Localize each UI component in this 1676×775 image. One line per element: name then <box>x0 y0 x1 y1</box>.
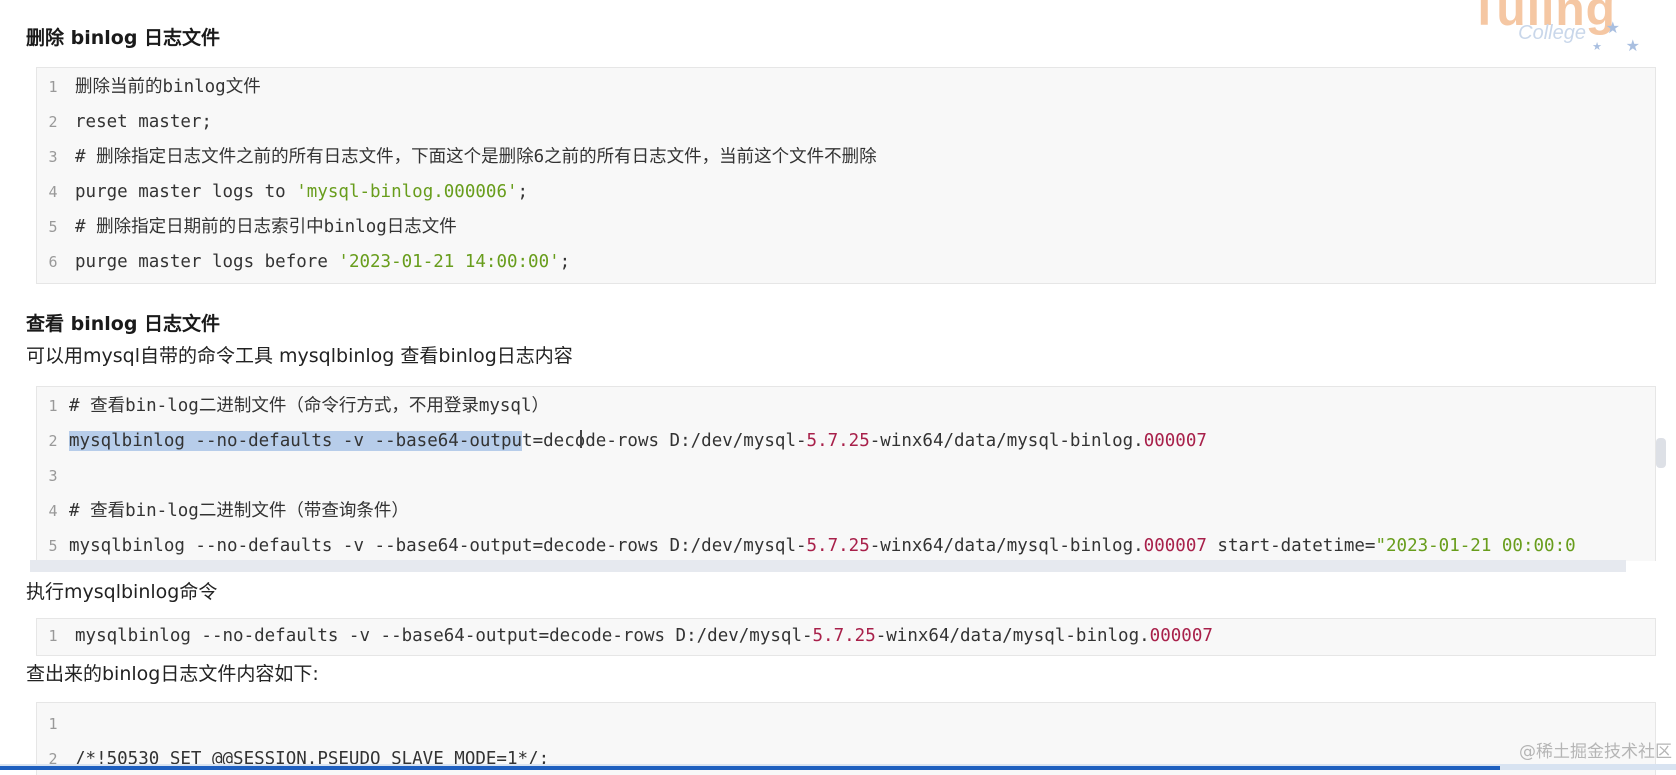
line-number: 3 <box>48 148 58 166</box>
line-number: 4 <box>48 183 58 201</box>
site-watermark: @稀土掘金技术社区 <box>1519 742 1672 762</box>
code-text: # 删除指定日期前的日志索引中binlog日志文件 <box>75 217 457 237</box>
code-text: # 查看bin-log二进制文件（命令行方式，不用登录mysql） <box>69 396 550 416</box>
code-plain: t=decode-rows D:/dev/mysql- <box>522 431 807 451</box>
code-plain: -winx64/data/mysql-binlog. <box>875 626 1150 646</box>
code-plain: purge master logs before <box>75 252 339 272</box>
code-line: 1 <box>37 707 1655 742</box>
selected-text: mysqlbinlog --no-defaults -v --base64-ou… <box>69 431 523 451</box>
code-string: "2023-01-21 00:00:0 <box>1375 536 1576 556</box>
code-line: 1 # 查看bin-log二进制文件（命令行方式，不用登录mysql） <box>37 389 1655 424</box>
code-plain: mysqlbinlog --no-defaults -v --base64-ou… <box>75 626 813 646</box>
code-line: 2 mysqlbinlog --no-defaults -v --base64-o… <box>37 424 1655 459</box>
logo-subtitle: College <box>1518 22 1586 44</box>
code-line: 1 mysqlbinlog --no-defaults -v --base64-o… <box>37 619 1655 654</box>
line-number: 1 <box>48 78 58 96</box>
text-cursor-icon <box>580 430 582 448</box>
line-number: 1 <box>48 715 58 733</box>
vertical-scrollbar-thumb[interactable] <box>1656 438 1666 468</box>
bottom-progress-bar <box>0 764 1676 770</box>
code-number: 000007 <box>1143 431 1207 451</box>
code-plain: mysqlbinlog --no-defaults -v --base64-ou… <box>69 536 807 556</box>
code-text: # 查看bin-log二进制文件（带查询条件） <box>69 501 409 521</box>
line-number: 2 <box>48 432 58 450</box>
code-line: 4 purge master logs to 'mysql-binlog.0000… <box>37 175 1655 210</box>
result-description: 查出来的binlog日志文件内容如下: <box>26 663 319 685</box>
code-plain: purge master logs to <box>75 182 297 202</box>
code-text: mysqlbinlog --no-defaults -v --base64-ou… <box>69 619 1213 654</box>
code-line: 4 # 查看bin-log二进制文件（带查询条件） <box>37 494 1655 529</box>
code-block-exec[interactable]: 1 mysqlbinlog --no-defaults -v --base64-o… <box>36 618 1656 656</box>
code-text: # 删除指定日志文件之前的所有日志文件，下面这个是删除6之前的所有日志文件，当前… <box>75 147 877 167</box>
line-number: 5 <box>48 537 58 555</box>
star-icon: ★ <box>1592 40 1602 53</box>
section-heading-delete: 删除 binlog 日志文件 <box>26 27 221 49</box>
horizontal-scrollbar[interactable] <box>30 560 1626 572</box>
code-block-view[interactable]: 1 # 查看bin-log二进制文件（命令行方式，不用登录mysql） 2 mysq… <box>36 386 1656 561</box>
code-plain: -winx64/data/mysql-binlog. <box>869 431 1144 451</box>
code-line: 5 # 删除指定日期前的日志索引中binlog日志文件 <box>37 210 1655 245</box>
code-line: 1 删除当前的binlog文件 <box>37 70 1655 105</box>
code-plain: ; <box>517 182 529 202</box>
code-number: 000007 <box>1143 536 1207 556</box>
line-number: 2 <box>48 750 58 768</box>
code-plain: -winx64/data/mysql-binlog. <box>869 536 1144 556</box>
code-plain: start-datetime= <box>1206 536 1376 556</box>
code-line: 2 reset master; <box>37 105 1655 140</box>
code-text: reset master; <box>75 112 212 132</box>
star-icon: ★ <box>1625 36 1640 55</box>
star-icon: ★ <box>1605 18 1620 37</box>
line-number: 1 <box>48 397 58 415</box>
line-number: 3 <box>48 467 58 485</box>
code-line: 2 /*!50530 SET @@SESSION.PSEUDO_SLAVE_MOD… <box>37 742 1655 775</box>
line-number: 5 <box>48 218 58 236</box>
code-text: purge master logs to 'mysql-binlog.00000… <box>69 175 528 210</box>
section-heading-view: 查看 binlog 日志文件 <box>26 313 221 335</box>
code-text: /*!50530 SET @@SESSION.PSEUDO_SLAVE_MODE… <box>75 749 550 769</box>
line-number: 2 <box>48 113 58 131</box>
code-block-delete[interactable]: 1 删除当前的binlog文件 2 reset master; 3 # 删除指定日志文… <box>36 67 1656 284</box>
code-number: 000007 <box>1149 626 1213 646</box>
code-line: 5 mysqlbinlog --no-defaults -v --base64-o… <box>37 529 1655 561</box>
code-number: 5.7.25 <box>812 626 876 646</box>
code-text: purge master logs before '2023-01-21 14:… <box>69 245 570 280</box>
code-line: 3 # 删除指定日志文件之前的所有日志文件，下面这个是删除6之前的所有日志文件，当… <box>37 140 1655 175</box>
line-number: 6 <box>48 253 58 271</box>
code-text: mysqlbinlog --no-defaults -v --base64-ou… <box>69 529 1576 561</box>
code-string: '2023-01-21 14:00:00' <box>338 252 560 272</box>
code-text: mysqlbinlog --no-defaults -v --base64-ou… <box>69 424 1207 459</box>
view-description: 可以用mysql自带的命令工具 mysqlbinlog 查看binlog日志内容 <box>26 345 573 367</box>
code-line: 3 <box>37 459 1655 494</box>
code-number: 5.7.25 <box>806 536 870 556</box>
bottom-bar-accent <box>0 766 1500 770</box>
code-string: 'mysql-binlog.000006' <box>296 182 518 202</box>
line-number: 1 <box>48 627 58 645</box>
code-text: 删除当前的binlog文件 <box>75 77 261 97</box>
line-number: 4 <box>48 502 58 520</box>
code-line: 6 purge master logs before '2023-01-21 14… <box>37 245 1655 280</box>
college-logo: Tuling College ★ ★ ★ <box>1466 0 1646 60</box>
exec-description: 执行mysqlbinlog命令 <box>26 581 218 603</box>
code-plain: ; <box>559 252 571 272</box>
code-number: 5.7.25 <box>806 431 870 451</box>
